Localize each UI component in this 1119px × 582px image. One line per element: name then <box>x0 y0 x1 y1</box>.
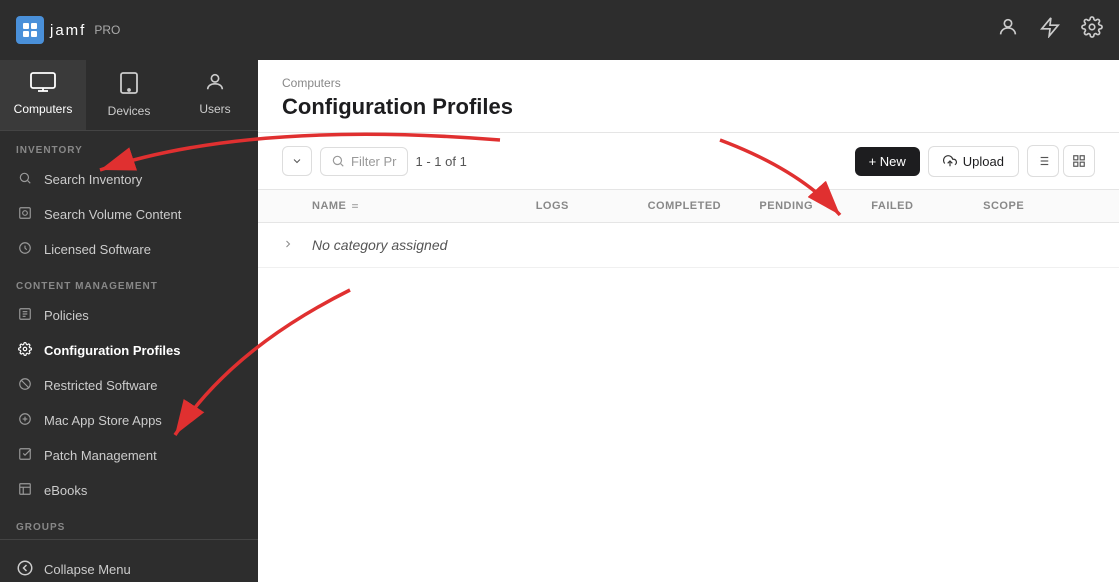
upload-button[interactable]: Upload <box>928 146 1019 177</box>
content-area: Computers Configuration Profiles Filter … <box>258 60 1119 582</box>
config-profiles-label: Configuration Profiles <box>44 343 181 358</box>
sidebar-top-nav: Computers Devices Users <box>0 60 258 131</box>
users-label: Users <box>199 102 230 116</box>
breadcrumb: Computers <box>282 76 1095 90</box>
col-scope[interactable]: SCOPE <box>983 200 1095 212</box>
bolt-icon[interactable] <box>1039 16 1061 44</box>
search-volume-label: Search Volume Content <box>44 207 181 222</box>
new-button[interactable]: + New <box>855 147 920 176</box>
ebooks-icon <box>16 482 34 499</box>
record-count: 1 - 1 of 1 <box>416 154 467 169</box>
table-row[interactable]: No category assigned <box>258 223 1119 268</box>
sidebar-item-config-profiles[interactable]: Configuration Profiles <box>0 333 258 368</box>
col-failed[interactable]: FAILED <box>871 200 983 212</box>
sidebar-item-patch-mgmt[interactable]: Patch Management <box>0 438 258 473</box>
sidebar-item-search-volume[interactable]: Search Volume Content <box>0 197 258 232</box>
col-logs[interactable]: LOGS <box>536 200 648 212</box>
top-navigation: jamf PRO <box>0 0 1119 60</box>
filter-input-wrapper[interactable]: Filter Pr <box>320 147 408 176</box>
sidebar-item-mac-app-store[interactable]: Mac App Store Apps <box>0 403 258 438</box>
jamf-logo-icon <box>16 16 44 44</box>
users-icon <box>204 72 226 98</box>
licensed-software-label: Licensed Software <box>44 242 151 257</box>
expand-row-icon[interactable] <box>282 238 312 253</box>
collapse-menu-label: Collapse Menu <box>44 562 131 577</box>
sidebar-item-policies[interactable]: Policies <box>0 298 258 333</box>
config-profiles-icon <box>16 342 34 359</box>
content-mgmt-section-label: CONTENT MANAGEMENT <box>0 267 258 298</box>
page-title: Configuration Profiles <box>282 94 1095 120</box>
collapse-rows-button[interactable] <box>282 146 312 176</box>
grid-view-button[interactable] <box>1063 145 1095 177</box>
person-icon[interactable] <box>997 16 1019 44</box>
collapse-icon <box>16 559 34 580</box>
sidebar-bottom: Collapse Menu <box>0 539 258 582</box>
filter-search-icon <box>331 154 345 168</box>
sidebar-item-users[interactable]: Users <box>172 60 258 130</box>
app-store-icon <box>16 412 34 429</box>
upload-icon <box>943 154 957 168</box>
restricted-icon <box>16 377 34 394</box>
policies-icon <box>16 307 34 324</box>
filter-placeholder-text: Filter Pr <box>351 154 397 169</box>
sidebar-item-restricted-software[interactable]: Restricted Software <box>0 368 258 403</box>
licensed-icon <box>16 241 34 258</box>
patch-icon <box>16 447 34 464</box>
list-view-icon <box>1036 154 1050 168</box>
jamf-pro-text: PRO <box>94 23 120 37</box>
policies-label: Policies <box>44 308 89 323</box>
col-name[interactable]: NAME <box>312 200 536 212</box>
mac-app-store-label: Mac App Store Apps <box>44 413 162 428</box>
devices-label: Devices <box>108 104 151 118</box>
collapse-menu-button[interactable]: Collapse Menu <box>0 550 258 582</box>
category-name: No category assigned <box>312 237 536 253</box>
sidebar-item-computers[interactable]: Computers <box>0 60 86 130</box>
search-icon <box>16 171 34 188</box>
list-view-button[interactable] <box>1027 145 1059 177</box>
patch-mgmt-label: Patch Management <box>44 448 157 463</box>
devices-icon <box>120 72 138 100</box>
top-nav-icons <box>997 16 1103 44</box>
main-layout: Computers Devices Users <box>0 60 1119 582</box>
ebooks-label: eBooks <box>44 483 87 498</box>
computers-icon <box>30 72 56 98</box>
toolbar-left: Filter Pr 1 - 1 of 1 <box>282 146 467 176</box>
col-expand <box>282 200 312 212</box>
jamf-logo[interactable]: jamf PRO <box>16 16 120 44</box>
volume-icon <box>16 206 34 223</box>
content-toolbar: Filter Pr 1 - 1 of 1 + New Upload <box>258 133 1119 190</box>
sidebar-item-search-inventory[interactable]: Search Inventory <box>0 162 258 197</box>
col-pending[interactable]: PENDING <box>759 200 871 212</box>
grid-view-icon <box>1072 154 1086 168</box>
sidebar-item-ebooks[interactable]: eBooks <box>0 473 258 508</box>
col-completed[interactable]: COMPLETED <box>648 200 760 212</box>
jamf-text: jamf <box>50 22 86 39</box>
inventory-section-label: INVENTORY <box>0 131 258 162</box>
view-toggle <box>1027 145 1095 177</box>
gear-icon[interactable] <box>1081 16 1103 44</box>
restricted-software-label: Restricted Software <box>44 378 157 393</box>
upload-label: Upload <box>963 154 1004 169</box>
sidebar-item-devices[interactable]: Devices <box>86 60 172 130</box>
sidebar: Computers Devices Users <box>0 60 258 582</box>
computers-label: Computers <box>14 102 73 116</box>
search-inventory-label: Search Inventory <box>44 172 142 187</box>
toolbar-right: + New Upload <box>855 145 1095 177</box>
logo-area: jamf PRO <box>16 16 120 44</box>
sidebar-item-licensed-software[interactable]: Licensed Software <box>0 232 258 267</box>
table-header: NAME LOGS COMPLETED PENDING FAILED SCOPE <box>258 190 1119 223</box>
content-header: Computers Configuration Profiles <box>258 60 1119 133</box>
groups-section-label: GROUPS <box>0 508 258 539</box>
